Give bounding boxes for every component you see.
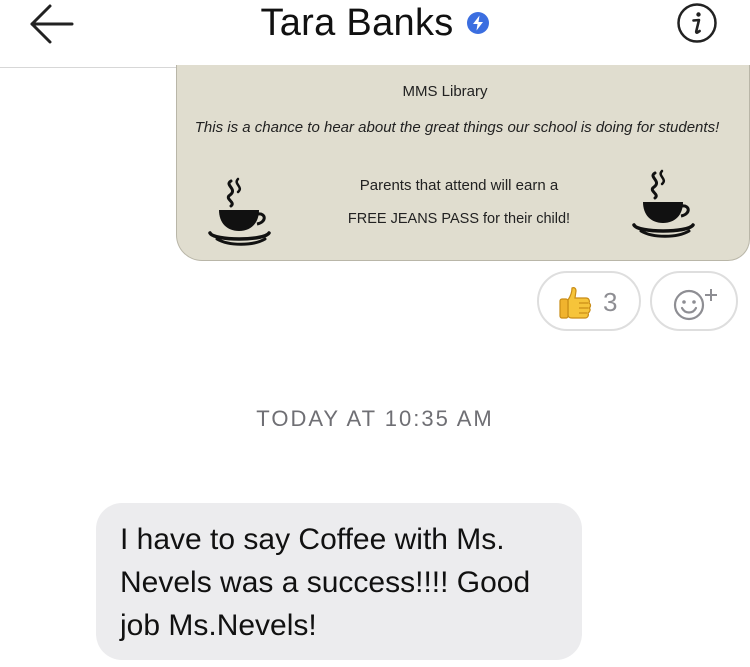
add-reaction-icon [673, 289, 717, 321]
add-reaction-button[interactable] [650, 271, 738, 331]
thumbs-up-reaction[interactable]: 3 [537, 271, 641, 331]
chat-title-group: Tara Banks [0, 0, 750, 46]
arrow-left-icon [30, 4, 74, 44]
contact-name: Tara Banks [260, 2, 454, 44]
chat-header: Tara Banks [0, 0, 750, 68]
message-bubble[interactable]: I have to say Coffee with Ms. Nevels was… [96, 503, 582, 660]
coffee-cup-icon [208, 177, 271, 246]
messenger-lightning-badge-icon [466, 11, 490, 35]
info-button[interactable] [676, 2, 718, 44]
message-timestamp: TODAY AT 10:35 AM [256, 406, 494, 431]
reaction-count: 3 [603, 287, 618, 317]
message-text: I have to say Coffee with Ms. Nevels was… [120, 523, 531, 642]
back-button[interactable] [26, 2, 78, 46]
flyer-intro-text: This is a chance to hear about the great… [194, 119, 720, 136]
info-icon [677, 3, 717, 43]
flyer-title: MMS Library [402, 83, 488, 100]
coffee-cup-icon [632, 169, 695, 238]
conversation-screen: Tara Banks MMS Library This is a chance … [0, 0, 750, 667]
thumbs-up-icon [559, 287, 592, 319]
flyer-image-message[interactable]: MMS Library This is a chance to hear abo… [176, 65, 750, 261]
